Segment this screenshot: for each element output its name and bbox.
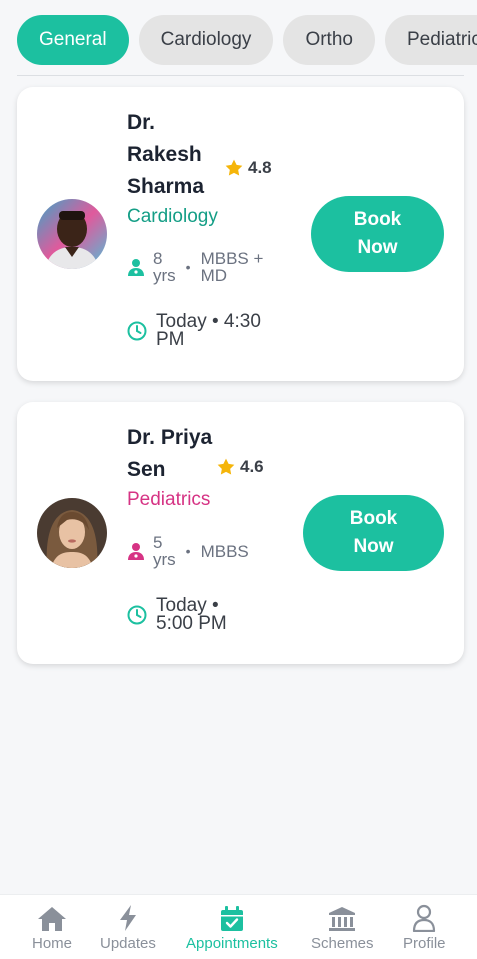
nav-home[interactable]: Home bbox=[32, 904, 72, 952]
experience: 8 yrs bbox=[153, 249, 176, 285]
clock-icon bbox=[127, 605, 147, 625]
calendar-check-icon bbox=[220, 906, 243, 931]
doctor-rating: 4.8 bbox=[224, 158, 272, 178]
doctor-avatar bbox=[37, 498, 107, 568]
home-icon bbox=[38, 907, 66, 931]
clock-icon bbox=[127, 321, 147, 341]
degree: MBBS + MD bbox=[200, 249, 264, 285]
separator-dot: • bbox=[185, 542, 191, 559]
lightning-icon bbox=[119, 905, 136, 931]
nav-label: Profile bbox=[403, 935, 446, 952]
bottom-nav: Home Updates Appointments Schemes Profil… bbox=[0, 894, 477, 959]
user-icon bbox=[413, 904, 436, 932]
book-now-button[interactable]: Book Now bbox=[311, 196, 444, 272]
doctor-card: Dr. Rakesh Sharma 4.8 Cardiology 8 yrs •… bbox=[17, 87, 464, 381]
separator-dot: • bbox=[185, 258, 191, 275]
nav-profile[interactable]: Profile bbox=[403, 904, 446, 952]
doctor-card: Dr. Priya Sen 4.6 Pediatrics 5 yrs • MBB… bbox=[17, 402, 464, 664]
experience: 5 yrs bbox=[153, 533, 176, 569]
category-tabs: General Cardiology Ortho Pediatrics bbox=[17, 15, 477, 65]
doctor-specialty: Pediatrics bbox=[127, 489, 211, 510]
degree: MBBS bbox=[200, 541, 249, 561]
nav-updates[interactable]: Updates bbox=[100, 904, 156, 952]
doctor-meta: 5 yrs • MBBS bbox=[127, 534, 249, 568]
doctor-name: Dr. Rakesh Sharma bbox=[127, 111, 205, 198]
doctor-meta: 8 yrs • MBBS + MD bbox=[127, 250, 263, 284]
nav-label: Schemes bbox=[311, 935, 374, 952]
doctor-icon bbox=[128, 543, 144, 560]
rating-value: 4.8 bbox=[248, 158, 272, 177]
nav-label: Appointments bbox=[186, 935, 278, 952]
nav-appointments[interactable]: Appointments bbox=[186, 904, 278, 952]
appointment-time: Today • 5:00 PM bbox=[127, 596, 227, 633]
nav-schemes[interactable]: Schemes bbox=[311, 904, 374, 952]
tab-ortho[interactable]: Ortho bbox=[283, 15, 375, 65]
doctor-avatar bbox=[37, 199, 107, 269]
tabs-divider bbox=[17, 75, 464, 76]
appointment-time: Today • 4:30 PM bbox=[127, 312, 261, 349]
tab-pediatrics[interactable]: Pediatrics bbox=[384, 15, 477, 65]
book-now-button[interactable]: Book Now bbox=[303, 495, 444, 571]
nav-label: Home bbox=[32, 935, 73, 952]
star-icon bbox=[217, 458, 235, 475]
nav-label: Updates bbox=[100, 935, 156, 952]
rating-value: 4.6 bbox=[240, 457, 264, 476]
doctor-name: Dr. Priya Sen bbox=[127, 426, 213, 481]
bank-icon bbox=[329, 907, 356, 931]
doctor-icon bbox=[128, 259, 144, 276]
doctor-rating: 4.6 bbox=[216, 457, 264, 477]
star-icon bbox=[225, 159, 243, 176]
tab-general[interactable]: General bbox=[17, 15, 129, 65]
tab-cardiology[interactable]: Cardiology bbox=[138, 15, 274, 65]
doctor-specialty: Cardiology bbox=[127, 206, 218, 227]
